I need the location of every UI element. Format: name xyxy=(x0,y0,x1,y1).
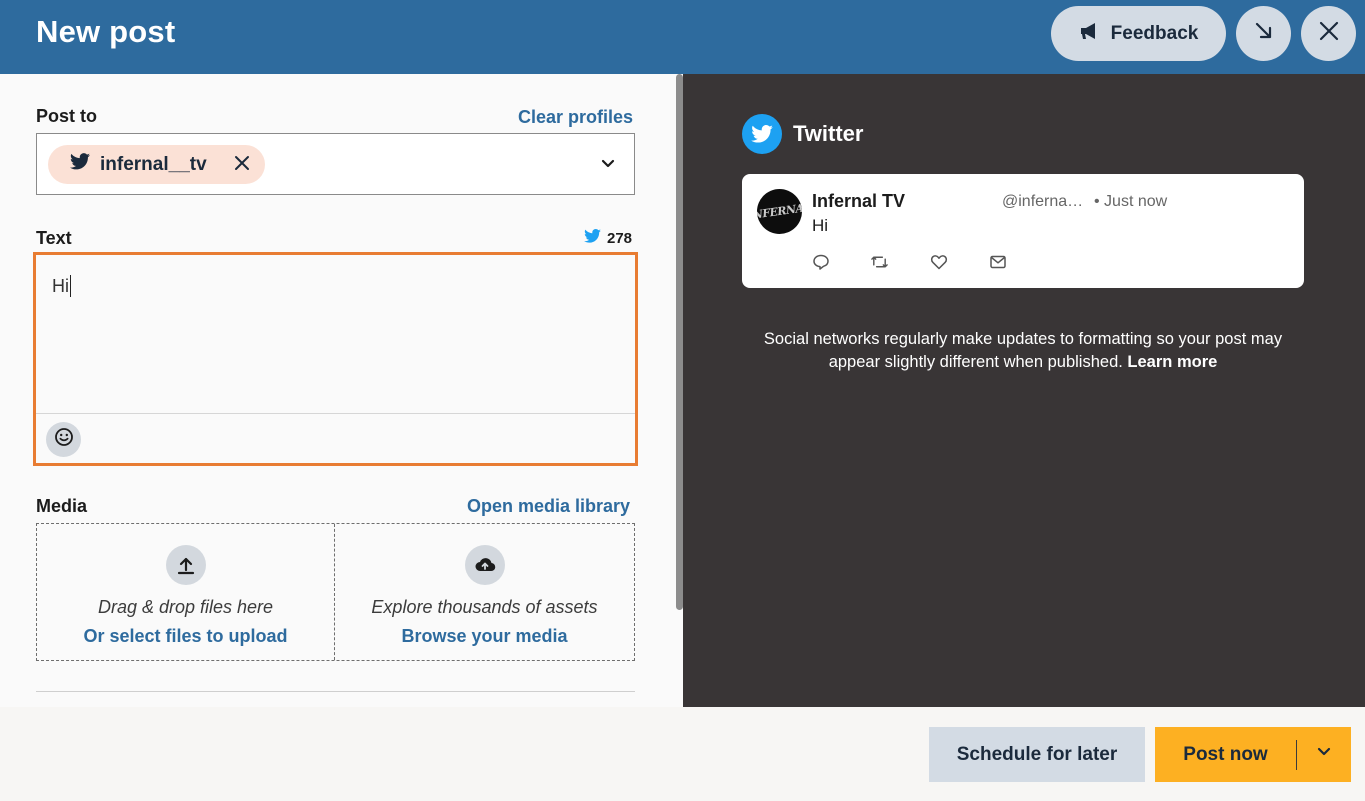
learn-more-link[interactable]: Learn more xyxy=(1127,353,1217,371)
post-text-content[interactable]: Hi xyxy=(52,275,71,297)
preview-network-header: Twitter xyxy=(742,114,863,154)
tweet-timestamp: • Just now xyxy=(1094,193,1168,210)
retweet-icon xyxy=(870,252,889,271)
section-divider xyxy=(36,691,635,692)
post-now-button[interactable]: Post now xyxy=(1155,727,1351,782)
chevron-down-icon[interactable] xyxy=(600,156,616,177)
message-icon xyxy=(988,252,1007,271)
profile-chip-label: infernal__tv xyxy=(100,153,207,175)
minimize-button[interactable] xyxy=(1236,6,1291,61)
text-label: Text xyxy=(36,228,72,248)
post-options-toggle[interactable] xyxy=(1297,727,1351,782)
upload-hint: Drag & drop files here xyxy=(97,597,274,617)
preview-panel: Twitter INFERNAL Infernal TV @inferna… •… xyxy=(683,74,1365,707)
cloud-upload-icon xyxy=(464,545,505,585)
browse-media-link[interactable]: Browse your media xyxy=(401,626,567,647)
post-text-value: Hi xyxy=(52,275,69,296)
character-counter: 278 xyxy=(584,229,632,247)
twitter-icon xyxy=(584,229,601,247)
editor-scrollbar[interactable] xyxy=(676,74,683,610)
twitter-icon xyxy=(70,153,90,176)
close-button[interactable] xyxy=(1301,6,1356,61)
profile-selector[interactable]: infernal__tv xyxy=(36,133,635,195)
explore-hint: Explore thousands of assets xyxy=(371,597,598,617)
header-bar: New post Feedback xyxy=(0,0,1365,74)
remove-profile-icon[interactable] xyxy=(233,154,251,178)
feedback-button[interactable]: Feedback xyxy=(1051,6,1226,61)
character-count: 278 xyxy=(607,229,633,247)
post-now-label[interactable]: Post now xyxy=(1155,744,1296,766)
avatar: INFERNAL xyxy=(757,189,802,234)
text-toolbar xyxy=(36,413,635,463)
tweet-display-name: Infernal TV xyxy=(812,191,906,211)
open-media-library-link[interactable]: Open media library xyxy=(467,496,630,517)
preview-network-name: Twitter xyxy=(793,121,864,146)
reply-icon xyxy=(811,252,830,271)
clear-profiles-link[interactable]: Clear profiles xyxy=(518,107,633,128)
profile-chip[interactable]: infernal__tv xyxy=(48,145,265,184)
twitter-icon xyxy=(742,114,782,154)
upload-icon xyxy=(165,545,206,585)
post-text-editor[interactable]: Hi xyxy=(33,252,638,466)
media-dropzone: Drag & drop files here Or select files t… xyxy=(36,523,635,661)
close-icon xyxy=(1319,21,1339,46)
text-caret xyxy=(70,275,71,297)
smiley-icon xyxy=(54,427,74,452)
tweet-preview-card: INFERNAL Infernal TV @inferna… • Just no… xyxy=(742,174,1304,288)
page-title: New post xyxy=(36,14,176,49)
tweet-actions xyxy=(811,252,1007,271)
select-files-link[interactable]: Or select files to upload xyxy=(83,626,287,647)
emoji-button[interactable] xyxy=(46,422,81,457)
chevron-down-icon xyxy=(1316,744,1332,765)
megaphone-icon xyxy=(1079,21,1101,47)
post-to-label: Post to xyxy=(36,106,97,126)
arrow-down-right-icon xyxy=(1254,21,1274,46)
upload-files-area[interactable]: Drag & drop files here Or select files t… xyxy=(37,524,334,660)
browse-media-area[interactable]: Explore thousands of assets Browse your … xyxy=(335,524,634,660)
formatting-notice: Social networks regularly make updates t… xyxy=(753,328,1293,374)
footer-bar: Schedule for later Post now xyxy=(0,707,1365,801)
media-label: Media xyxy=(36,496,88,516)
feedback-label: Feedback xyxy=(1110,22,1199,44)
tweet-handle: @inferna… xyxy=(1002,193,1084,210)
heart-icon xyxy=(929,252,948,271)
tweet-text: Hi xyxy=(812,216,829,235)
schedule-for-later-button[interactable]: Schedule for later xyxy=(929,727,1145,782)
